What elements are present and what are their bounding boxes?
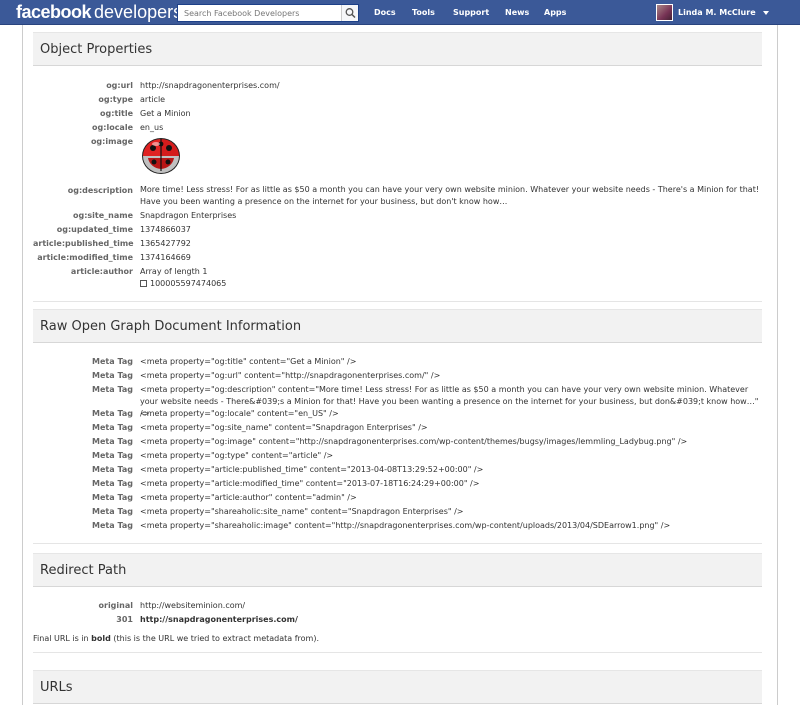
search-icon	[345, 8, 356, 19]
divider	[33, 301, 762, 302]
avatar	[656, 4, 673, 21]
meta-tag-row: Meta Tag <meta property="og:description" …	[92, 385, 759, 418]
nav-docs[interactable]: Docs	[374, 0, 396, 25]
redirect-path-header: Redirect Path	[33, 553, 762, 587]
prop-row-og-image: og:image	[33, 135, 772, 181]
search-input[interactable]	[178, 5, 342, 21]
main-content: Object Properties og:url http://snapdrago…	[22, 25, 778, 705]
urls-header: URLs	[33, 670, 762, 704]
user-name: Linda M. McClure	[678, 8, 756, 17]
top-navigation-bar: facebookdevelopers Docs Tools Support Ne…	[0, 0, 800, 25]
nav-apps[interactable]: Apps	[544, 0, 566, 25]
user-menu[interactable]: Linda M. McClure	[652, 0, 772, 25]
object-properties-header: Object Properties	[33, 32, 762, 66]
nav-tools[interactable]: Tools	[412, 0, 435, 25]
final-url-link[interactable]: http://snapdragonenterprises.com/	[140, 613, 763, 627]
divider	[33, 543, 762, 544]
nav-support[interactable]: Support	[453, 0, 489, 25]
raw-og-header: Raw Open Graph Document Information	[33, 309, 762, 343]
original-url-link[interactable]: http://websiteminion.com/	[140, 599, 763, 613]
expand-checkbox-icon[interactable]	[140, 280, 147, 287]
chevron-down-icon[interactable]	[763, 11, 769, 15]
og-url-link[interactable]: http://snapdragonenterprises.com/	[140, 79, 763, 93]
divider	[33, 652, 762, 653]
nav-news[interactable]: News	[505, 0, 529, 25]
prop-row-og-description: og:description More time! Less stress! Fo…	[67, 185, 760, 206]
facebook-developers-logo[interactable]: facebook developers	[16, 1, 182, 24]
search-box	[177, 4, 359, 22]
final-url-note: Final URL is in bold (this is the URL we…	[33, 634, 319, 643]
ladybug-image[interactable]	[140, 135, 182, 175]
search-button[interactable]	[341, 5, 358, 21]
